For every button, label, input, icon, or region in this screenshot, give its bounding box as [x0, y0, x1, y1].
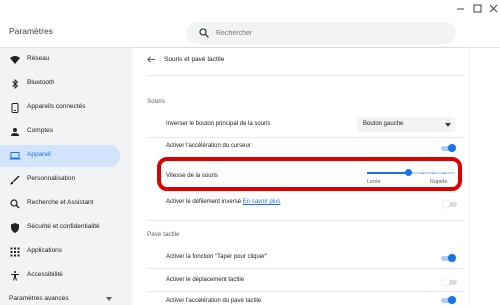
learn-more-link[interactable]: En savoir plus [243, 199, 281, 205]
sidebar-item-label: Recherche et Assistant [27, 199, 94, 206]
primary-button-select[interactable]: Bouton gauche [357, 117, 455, 132]
sidebar-item-appareils-connectes[interactable]: Appareils connectés [0, 97, 120, 119]
divider [147, 220, 465, 221]
divider [147, 268, 465, 269]
divider [147, 291, 465, 292]
sidebar-item-bluetooth[interactable]: Bluetooth [0, 73, 120, 95]
maximize-icon[interactable] [472, 3, 483, 14]
sidebar-item-accessibilite[interactable]: Accessibilité [0, 265, 120, 287]
toggle-knob [448, 296, 456, 304]
acceleration-label: Activer l'accélération du curseur [166, 143, 251, 149]
chevron-down-icon [445, 123, 451, 127]
acceleration-toggle[interactable] [441, 144, 456, 153]
sidebar-item-personnalisation[interactable]: Personnalisation [0, 169, 120, 191]
apps-grid-icon [10, 247, 20, 257]
reverse-scroll-toggle[interactable] [442, 200, 457, 209]
laptop-icon [9, 152, 21, 160]
sidebar-item-label: Réseau [27, 55, 50, 62]
search-box[interactable] [186, 22, 456, 44]
shield-icon [11, 223, 19, 233]
touchpad-accel-label: Activer l'accélération du pavé tactile [166, 298, 262, 304]
touchpad-accel-toggle[interactable] [441, 296, 456, 305]
chevron-down-icon[interactable] [106, 297, 112, 301]
section-title-mouse: Souris [147, 98, 165, 105]
wifi-icon [10, 56, 20, 64]
section-title-touchpad: Pavé tactile [147, 231, 180, 238]
primary-button-label: Inverser le bouton principal de la souri… [166, 121, 271, 127]
search-icon [199, 28, 209, 38]
divider [147, 75, 465, 76]
sidebar-item-label: Personnalisation [27, 175, 76, 182]
tap-drag-label: Activer le déplacement tactile [166, 277, 245, 283]
person-icon [11, 128, 19, 136]
sidebar-item-label: Comptes [27, 127, 54, 134]
toggle-knob [442, 278, 450, 286]
divider [147, 137, 465, 138]
sidebar-item-label: Appareils connectés [27, 103, 86, 110]
toggle-knob [448, 144, 456, 152]
search-icon [10, 199, 20, 209]
search-input[interactable] [216, 26, 436, 40]
primary-button-value: Bouton gauche [363, 121, 404, 127]
highlight-box [157, 157, 462, 191]
toggle-knob [442, 200, 450, 208]
sidebar-item-reseau[interactable]: Réseau [0, 49, 120, 71]
sidebar-item-label: Accessibilité [27, 271, 63, 278]
bluetooth-icon [12, 78, 19, 90]
sidebar-item-appareil[interactable]: Appareil [0, 145, 120, 167]
sidebar-item-label: Appareil [27, 151, 51, 158]
tap-to-click-toggle[interactable] [441, 254, 456, 263]
page-title: Souris et pavé tactile [164, 56, 225, 63]
sidebar-item-label: Bluetooth [27, 79, 55, 86]
sidebar-advanced-settings[interactable]: Paramètres avancés [9, 295, 69, 302]
reverse-scroll-label: Activer le défilement inversé En savoir … [166, 199, 280, 205]
brush-icon [10, 175, 20, 185]
tap-drag-toggle[interactable] [442, 278, 457, 287]
sidebar-item-securite[interactable]: Sécurité et confidentialité [0, 217, 120, 239]
accessibility-icon [11, 271, 19, 281]
app-title: Paramètres [9, 26, 53, 36]
sidebar-item-label: Applications [27, 247, 63, 254]
back-arrow-icon[interactable] [147, 55, 156, 64]
reverse-scroll-text: Activer le défilement inversé [166, 199, 242, 205]
minimize-icon[interactable] [455, 3, 466, 14]
tap-to-click-label: Activer la fonction "Taper pour cliquer" [166, 254, 268, 260]
toggle-knob [448, 254, 456, 262]
sidebar-item-applications[interactable]: Applications [0, 241, 120, 263]
sidebar-item-label: Sécurité et confidentialité [27, 223, 100, 230]
top-bar: Paramètres [0, 0, 500, 48]
connected-devices-icon [11, 103, 19, 113]
sidebar-item-comptes[interactable]: Comptes [0, 121, 120, 143]
sidebar-item-recherche-assistant[interactable]: Recherche et Assistant [0, 193, 120, 215]
close-icon[interactable] [488, 3, 499, 14]
